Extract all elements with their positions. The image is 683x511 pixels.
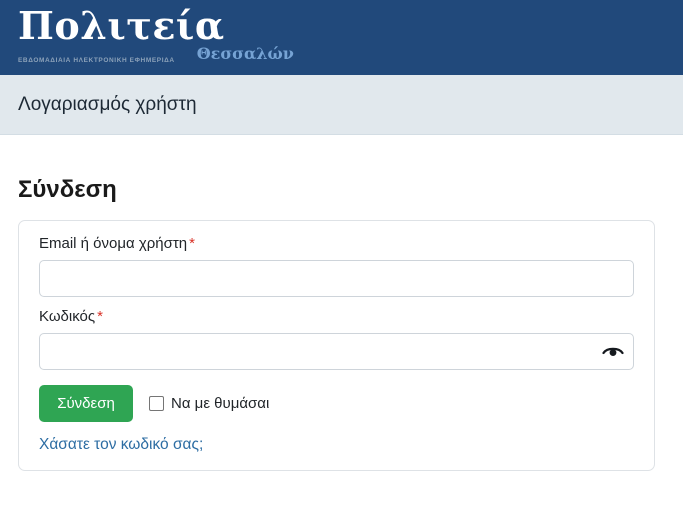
- email-input[interactable]: [39, 260, 634, 297]
- email-label: Email ή όνομα χρήστη*: [39, 235, 634, 252]
- logo-tagline: ΕΒΔΟΜΑΔΙΑΙΑ ΗΛΕΚΤΡΟΝΙΚΗ ΕΦΗΜΕΡΙΔΑ: [18, 57, 175, 64]
- remember-me[interactable]: Να με θυμάσαι: [149, 395, 269, 412]
- login-heading: Σύνδεση: [18, 176, 665, 204]
- form-actions-row: Σύνδεση Να με θυμάσαι: [39, 385, 634, 422]
- required-marker: *: [189, 235, 195, 252]
- page-title-bar: Λογαριασμός χρήστη: [0, 75, 683, 135]
- page-title: Λογαριασμός χρήστη: [18, 94, 197, 116]
- password-visibility-toggle[interactable]: [601, 342, 625, 362]
- password-input[interactable]: [39, 333, 634, 370]
- password-label-text: Κωδικός: [39, 308, 95, 325]
- forgot-password-link[interactable]: Χάσατε τον κωδικό σας;: [39, 436, 203, 454]
- main-content: Σύνδεση Email ή όνομα χρήστη* Κωδικός*: [0, 176, 683, 471]
- email-field-wrap: [39, 260, 634, 297]
- eye-icon: [602, 345, 624, 359]
- login-submit-button[interactable]: Σύνδεση: [39, 385, 133, 422]
- site-header: Πολιτεία ΕΒΔΟΜΑΔΙΑΙΑ ΗΛΕΚΤΡΟΝΙΚΗ ΕΦΗΜΕΡΙ…: [0, 0, 683, 75]
- site-logo[interactable]: Πολιτεία ΕΒΔΟΜΑΔΙΑΙΑ ΗΛΕΚΤΡΟΝΙΚΗ ΕΦΗΜΕΡΙ…: [18, 4, 294, 66]
- required-marker: *: [97, 308, 103, 325]
- remember-me-label: Να με θυμάσαι: [171, 395, 269, 412]
- password-label: Κωδικός*: [39, 308, 634, 325]
- login-form-card: Email ή όνομα χρήστη* Κωδικός* Σύνδεση: [18, 220, 655, 471]
- logo-subline: ΕΒΔΟΜΑΔΙΑΙΑ ΗΛΕΚΤΡΟΝΙΚΗ ΕΦΗΜΕΡΙΔΑ Θεσσαλ…: [18, 47, 294, 66]
- password-field-wrap: [39, 333, 634, 370]
- logo-region: Θεσσαλών: [197, 44, 294, 63]
- remember-me-checkbox[interactable]: [149, 396, 164, 411]
- logo-title: Πολιτεία: [18, 4, 294, 48]
- email-label-text: Email ή όνομα χρήστη: [39, 235, 187, 252]
